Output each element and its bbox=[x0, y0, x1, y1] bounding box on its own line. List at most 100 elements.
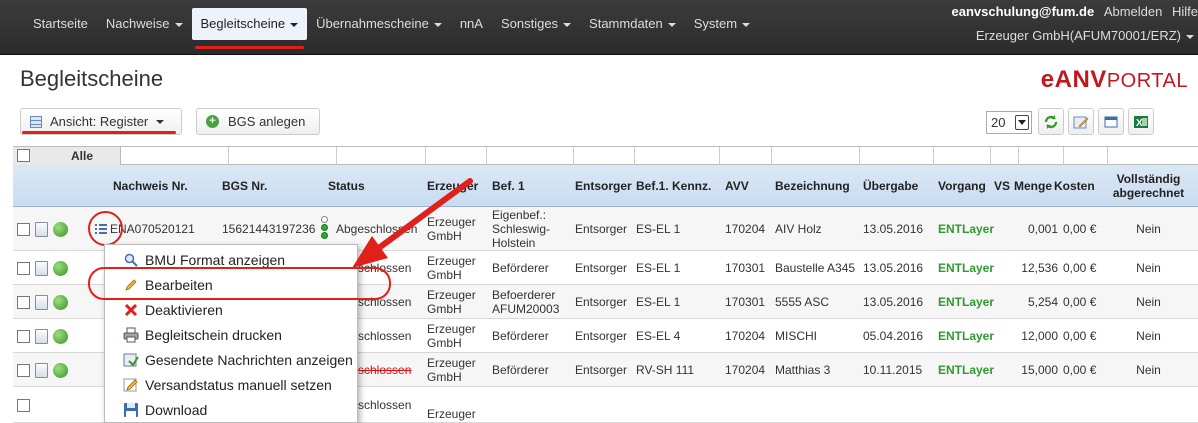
excel-export-button[interactable]: X bbox=[1128, 108, 1154, 135]
cell-erzeuger: Erzeuger GmbH bbox=[427, 254, 476, 282]
nav-label: Stammdaten bbox=[589, 16, 663, 31]
menu-item-drucken[interactable]: Begleitschein drucken bbox=[105, 322, 357, 347]
col-avv[interactable]: AVV bbox=[725, 165, 749, 207]
col-bef1[interactable]: Bef. 1 bbox=[492, 165, 525, 207]
cell-bezeichnung: 5555 ASC bbox=[775, 295, 830, 309]
globe-icon[interactable] bbox=[53, 260, 68, 276]
col-vollstaendig-abgerechnet[interactable]: Vollständig abgerechnet bbox=[1099, 165, 1198, 207]
cell-uebergabe: 10.11.2015 bbox=[863, 363, 923, 377]
cell-kosten: 0,00 € bbox=[1063, 363, 1097, 377]
nav-uebernahmescheine[interactable]: Übernahmescheine bbox=[307, 8, 451, 40]
row-checkbox[interactable] bbox=[17, 261, 30, 275]
caret-down-icon bbox=[563, 22, 572, 27]
nav-sonstiges[interactable]: Sonstiges bbox=[492, 8, 580, 40]
row-checkbox[interactable] bbox=[17, 398, 30, 412]
cell-vorgang[interactable]: ENTLayer bbox=[938, 207, 994, 251]
cell-kennz: ES-EL 1 bbox=[636, 295, 681, 309]
select-all-checkbox[interactable] bbox=[17, 149, 30, 162]
nav-label: Begleitscheine bbox=[200, 16, 286, 31]
cell-avv: 170301 bbox=[725, 295, 766, 309]
cell-menge: 15,000 bbox=[1021, 363, 1058, 377]
column-divider bbox=[771, 147, 772, 165]
col-uebergabe[interactable]: Übergabe bbox=[863, 165, 918, 207]
col-bgs-nr[interactable]: BGS Nr. bbox=[222, 165, 267, 207]
document-icon[interactable] bbox=[35, 221, 48, 237]
cell-avv: 170301 bbox=[725, 261, 766, 275]
cell-kennz: ES-EL 1 bbox=[636, 261, 681, 275]
cell-bef1: Beförderer bbox=[492, 329, 549, 343]
globe-icon[interactable] bbox=[53, 221, 68, 237]
col-entsorger[interactable]: Entsorger bbox=[575, 165, 632, 207]
nav-nachweise[interactable]: Nachweise bbox=[97, 8, 192, 40]
menu-item-nachrichten[interactable]: Gesendete Nachrichten anzeigen bbox=[105, 347, 357, 372]
caret-down-icon bbox=[174, 22, 183, 27]
cell-bef1: Befoerderer AFUM20003 bbox=[492, 288, 560, 316]
col-status[interactable]: Status bbox=[328, 165, 365, 207]
caret-down-icon bbox=[156, 119, 165, 124]
document-icon[interactable] bbox=[35, 260, 48, 276]
column-divider bbox=[228, 147, 229, 165]
globe-icon[interactable] bbox=[53, 362, 68, 378]
refresh-button[interactable] bbox=[1038, 108, 1064, 135]
col-bef1-kennz[interactable]: Bef.1. Kennz. bbox=[636, 165, 711, 207]
cell-vorgang[interactable]: ENTLayer bbox=[938, 319, 994, 353]
cell-avv: 170204 bbox=[725, 222, 766, 236]
document-icon[interactable] bbox=[35, 328, 48, 344]
cell-vorgang[interactable]: ENTLayer bbox=[938, 285, 994, 319]
svg-text:X: X bbox=[1136, 118, 1143, 129]
globe-icon[interactable] bbox=[53, 294, 68, 310]
user-area: eanvschulung@fum.de Abmelden Hilfe Erzeu… bbox=[951, 4, 1198, 48]
globe-icon[interactable] bbox=[53, 328, 68, 344]
document-icon[interactable] bbox=[35, 362, 48, 378]
menu-item-label: Download bbox=[145, 401, 208, 418]
cell-bezeichnung: AIV Holz bbox=[775, 222, 822, 236]
nav-begleitscheine[interactable]: Begleitscheine bbox=[191, 8, 308, 49]
cell-erzeuger: Erzeuger bbox=[427, 407, 476, 421]
cell-entsorger: Entsorger bbox=[575, 261, 628, 275]
column-divider bbox=[933, 147, 934, 165]
menu-item-download[interactable]: Download bbox=[105, 397, 357, 422]
select-all-label: Alle bbox=[71, 149, 94, 163]
col-vorgang[interactable]: Vorgang bbox=[938, 165, 986, 207]
col-kosten[interactable]: Kosten bbox=[1054, 165, 1095, 207]
col-erzeuger[interactable]: Erzeuger bbox=[427, 165, 478, 207]
top-navbar: Startseite Nachweise Begleitscheine Über… bbox=[0, 0, 1198, 55]
cell-bef1: Eigenbef.: Schleswig-Holstein bbox=[492, 208, 551, 250]
logout-link[interactable]: Abmelden bbox=[1104, 4, 1163, 19]
company-selector[interactable]: Erzeuger GmbH(AFUM70001/ERZ) bbox=[951, 28, 1198, 48]
col-menge[interactable]: Menge bbox=[1014, 165, 1052, 207]
col-bezeichnung[interactable]: Bezeichnung bbox=[775, 165, 850, 207]
nav-label: Nachweise bbox=[105, 16, 170, 31]
help-link[interactable]: Hilfe bbox=[1172, 4, 1198, 19]
menu-item-versandstatus[interactable]: Versandstatus manuell setzen bbox=[105, 372, 357, 397]
cell-vorgang[interactable]: ENTLayer bbox=[938, 251, 994, 285]
export-button[interactable] bbox=[1098, 108, 1124, 135]
document-icon[interactable] bbox=[35, 294, 48, 310]
edit-columns-button[interactable] bbox=[1068, 108, 1094, 135]
nav-system[interactable]: System bbox=[685, 8, 759, 40]
col-nachweis-nr[interactable]: Nachweis Nr. bbox=[113, 165, 188, 207]
magnifier-icon bbox=[123, 252, 139, 268]
pencil-status-icon bbox=[123, 377, 139, 393]
page-size-select[interactable]: 20 bbox=[986, 111, 1032, 134]
col-vs[interactable]: VS bbox=[994, 165, 1010, 207]
cell-avv: 170204 bbox=[725, 363, 766, 377]
row-checkbox[interactable] bbox=[17, 295, 30, 309]
create-bgs-button[interactable]: + BGS anlegen bbox=[196, 108, 320, 135]
cell-bezeichnung: Baustelle A345 bbox=[775, 261, 856, 275]
cell-entsorger: Entsorger bbox=[575, 222, 628, 236]
cell-kosten: 0,00 € bbox=[1063, 329, 1097, 343]
row-checkbox[interactable] bbox=[17, 222, 30, 236]
cell-uebergabe: 13.05.2016 bbox=[863, 261, 924, 275]
nav-nna[interactable]: nnA bbox=[451, 8, 492, 40]
nav-startseite[interactable]: Startseite bbox=[24, 8, 97, 40]
nav-stammdaten[interactable]: Stammdaten bbox=[580, 8, 685, 40]
cell-vorgang[interactable]: ENTLayer bbox=[938, 353, 994, 387]
row-checkbox[interactable] bbox=[17, 363, 30, 377]
annotation-underline bbox=[194, 46, 305, 49]
row-checkbox[interactable] bbox=[17, 329, 30, 343]
cell-bezeichnung: Matthias 3 bbox=[775, 363, 831, 377]
menu-item-deaktivieren[interactable]: Deaktivieren bbox=[105, 297, 357, 322]
nav-label: Sonstiges bbox=[500, 16, 559, 31]
cell-status: schlossen bbox=[358, 398, 412, 412]
